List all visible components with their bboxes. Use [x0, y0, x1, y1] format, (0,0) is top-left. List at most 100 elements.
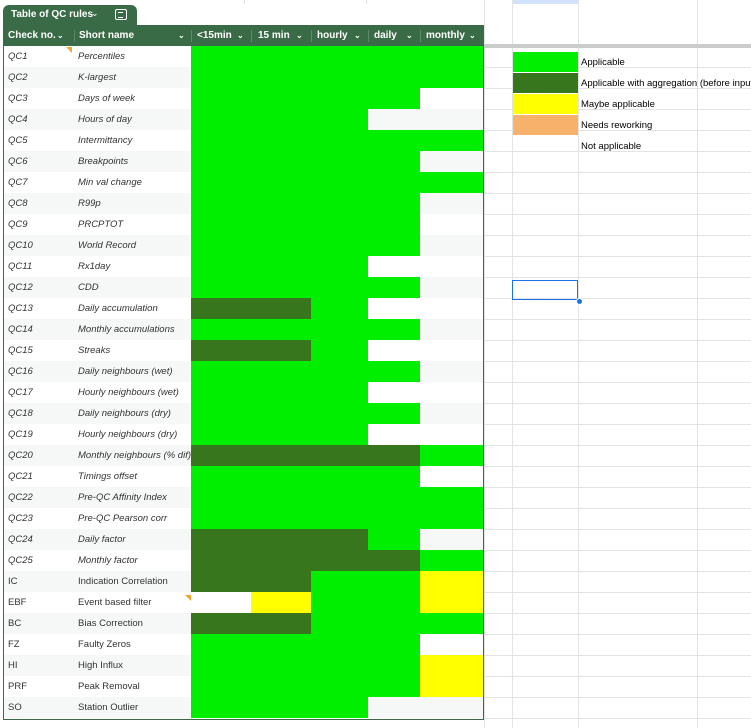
check-no-cell[interactable]: QC8: [4, 193, 74, 214]
applicability-cell[interactable]: [420, 46, 483, 67]
short-name-cell[interactable]: Min val change: [74, 172, 191, 193]
applicability-cell[interactable]: [191, 550, 251, 571]
applicability-cell[interactable]: [251, 613, 311, 634]
applicability-cell[interactable]: [251, 256, 311, 277]
table-row[interactable]: QC23 Pre-QC Pearson corr: [4, 508, 483, 529]
applicability-cell[interactable]: [191, 634, 251, 655]
table-row[interactable]: QC17 Hourly neighbours (wet): [4, 382, 483, 403]
applicability-cell[interactable]: [251, 676, 311, 697]
table-row[interactable]: QC16 Daily neighbours (wet): [4, 361, 483, 382]
applicability-cell[interactable]: [251, 571, 311, 592]
table-row[interactable]: FZ Faulty Zeros: [4, 634, 483, 655]
applicability-cell[interactable]: [311, 109, 368, 130]
applicability-cell[interactable]: [420, 676, 483, 697]
applicability-cell[interactable]: [368, 214, 420, 235]
applicability-cell[interactable]: [191, 403, 251, 424]
applicability-cell[interactable]: [311, 487, 368, 508]
applicability-cell[interactable]: [191, 298, 251, 319]
applicability-cell[interactable]: [420, 424, 483, 445]
applicability-cell[interactable]: [368, 319, 420, 340]
applicability-cell[interactable]: [368, 46, 420, 67]
applicability-cell[interactable]: [251, 403, 311, 424]
applicability-cell[interactable]: [251, 424, 311, 445]
applicability-cell[interactable]: [311, 571, 368, 592]
check-no-cell[interactable]: QC17: [4, 382, 74, 403]
applicability-cell[interactable]: [368, 298, 420, 319]
chevron-down-icon[interactable]: ⌄: [178, 26, 185, 46]
applicability-cell[interactable]: [368, 193, 420, 214]
column-header-daily[interactable]: daily ⌄: [368, 26, 420, 46]
short-name-cell[interactable]: Monthly factor: [74, 550, 191, 571]
applicability-cell[interactable]: [191, 151, 251, 172]
applicability-cell[interactable]: [368, 613, 420, 634]
applicability-cell[interactable]: [368, 382, 420, 403]
table-row[interactable]: QC25 Monthly factor: [4, 550, 483, 571]
applicability-cell[interactable]: [191, 256, 251, 277]
applicability-cell[interactable]: [420, 445, 483, 466]
applicability-cell[interactable]: [420, 109, 483, 130]
check-no-cell[interactable]: QC18: [4, 403, 74, 424]
check-no-cell[interactable]: QC22: [4, 487, 74, 508]
check-no-cell[interactable]: QC11: [4, 256, 74, 277]
applicability-cell[interactable]: [368, 88, 420, 109]
applicability-cell[interactable]: [420, 319, 483, 340]
fill-handle[interactable]: [576, 298, 583, 305]
applicability-cell[interactable]: [368, 445, 420, 466]
applicability-cell[interactable]: [191, 214, 251, 235]
applicability-cell[interactable]: [420, 613, 483, 634]
short-name-cell[interactable]: Percentiles: [74, 46, 191, 67]
legend-label[interactable]: Not applicable: [581, 141, 641, 152]
applicability-cell[interactable]: [368, 361, 420, 382]
short-name-cell[interactable]: Hours of day: [74, 109, 191, 130]
table-row[interactable]: QC11 Rx1day: [4, 256, 483, 277]
applicability-cell[interactable]: [191, 613, 251, 634]
table-row[interactable]: QC3 Days of week: [4, 88, 483, 109]
applicability-cell[interactable]: [191, 676, 251, 697]
applicability-cell[interactable]: [191, 445, 251, 466]
column-header-monthly[interactable]: monthly ⌄: [420, 26, 483, 46]
applicability-cell[interactable]: [191, 466, 251, 487]
applicability-cell[interactable]: [420, 172, 483, 193]
table-name-tab[interactable]: Table of QC rules ⌄: [3, 5, 137, 25]
short-name-cell[interactable]: Peak Removal: [74, 676, 191, 697]
applicability-cell[interactable]: [191, 235, 251, 256]
short-name-cell[interactable]: Monthly neighbours (% dif): [74, 445, 191, 466]
applicability-cell[interactable]: [420, 697, 483, 718]
applicability-cell[interactable]: [420, 151, 483, 172]
legend-label[interactable]: Needs reworking: [581, 120, 652, 131]
short-name-cell[interactable]: CDD: [74, 277, 191, 298]
table-row[interactable]: QC1 Percentiles: [4, 46, 483, 67]
applicability-cell[interactable]: [311, 256, 368, 277]
applicability-cell[interactable]: [368, 697, 420, 718]
check-no-cell[interactable]: PRF: [4, 676, 74, 697]
applicability-cell[interactable]: [191, 172, 251, 193]
applicability-cell[interactable]: [311, 466, 368, 487]
comment-indicator[interactable]: [185, 595, 191, 601]
applicability-cell[interactable]: [191, 319, 251, 340]
applicability-cell[interactable]: [311, 88, 368, 109]
applicability-cell[interactable]: [420, 655, 483, 676]
applicability-cell[interactable]: [251, 130, 311, 151]
applicability-cell[interactable]: [251, 697, 311, 718]
applicability-cell[interactable]: [251, 172, 311, 193]
legend-label[interactable]: Applicable with aggregation (before inpu…: [581, 78, 751, 89]
check-no-cell[interactable]: HI: [4, 655, 74, 676]
chevron-down-icon[interactable]: ⌄: [91, 8, 99, 19]
applicability-cell[interactable]: [311, 67, 368, 88]
short-name-cell[interactable]: Daily neighbours (dry): [74, 403, 191, 424]
applicability-cell[interactable]: [311, 172, 368, 193]
applicability-cell[interactable]: [420, 235, 483, 256]
short-name-cell[interactable]: Rx1day: [74, 256, 191, 277]
applicability-cell[interactable]: [420, 466, 483, 487]
short-name-cell[interactable]: Daily neighbours (wet): [74, 361, 191, 382]
applicability-cell[interactable]: [191, 130, 251, 151]
applicability-cell[interactable]: [311, 298, 368, 319]
check-no-cell[interactable]: QC24: [4, 529, 74, 550]
applicability-cell[interactable]: [251, 634, 311, 655]
applicability-cell[interactable]: [420, 592, 483, 613]
applicability-cell[interactable]: [368, 277, 420, 298]
table-row[interactable]: QC6 Breakpoints: [4, 151, 483, 172]
check-no-cell[interactable]: QC21: [4, 466, 74, 487]
applicability-cell[interactable]: [368, 151, 420, 172]
short-name-cell[interactable]: Station Outlier: [74, 697, 191, 718]
